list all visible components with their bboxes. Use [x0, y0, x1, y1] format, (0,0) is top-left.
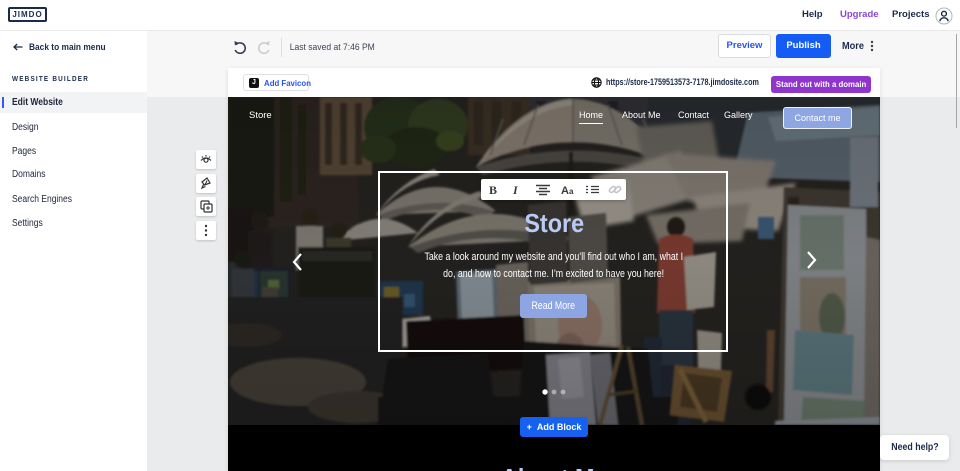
svg-text:I: I [512, 183, 519, 197]
svg-text:A: A [561, 185, 569, 197]
svg-text:a: a [569, 187, 574, 196]
svg-text:B: B [489, 183, 497, 197]
